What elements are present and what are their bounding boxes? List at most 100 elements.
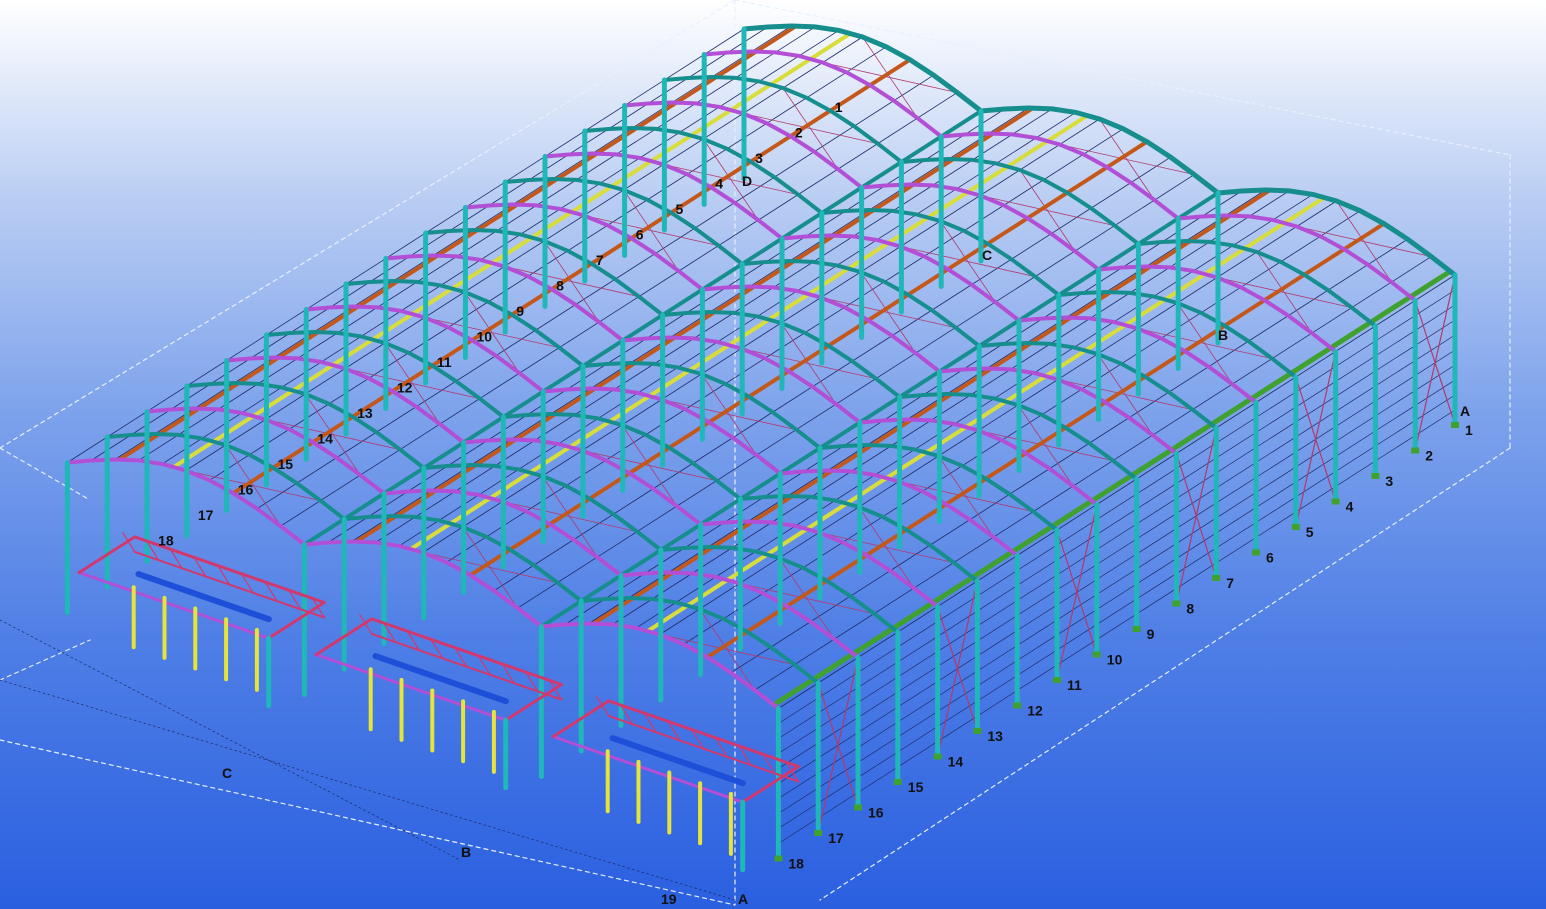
purlin-beam-orange [117,24,799,462]
eave-strip [771,268,1453,708]
wall-bracing [1056,503,1098,681]
grid-label-right: 6 [1266,550,1274,566]
grid-letter-bottom: C [222,765,232,781]
grid-label-left: 14 [317,430,333,446]
grid-label-right: 10 [1107,652,1123,668]
grid-label-left: 15 [278,456,294,472]
truss-chord [607,699,800,768]
grid-label-right: 17 [828,830,844,846]
grid-letter-top: D [742,173,752,189]
column-base [1331,498,1340,505]
roof-purlin [659,200,1337,635]
column-base [1252,549,1260,556]
wall-bracing [1175,427,1217,605]
grid-label-right: 16 [868,805,884,821]
column-base [1092,651,1101,658]
wall-bracing [817,656,859,834]
grid-label-left: 9 [516,303,524,319]
grid-label-right: 9 [1147,626,1155,642]
canopy-beam [551,735,745,804]
wall-girt [778,349,1456,784]
header-beam [135,571,272,623]
header-beam [372,653,509,705]
column-base [1212,575,1221,581]
work-area-edge [0,447,91,501]
model-viewport[interactable]: 1 2 3 4 5 6 7 8 9 10 11 12 13 14 15 16 17 18 1 2 3 4 5 6 7 8 9 10 11… [0,0,1546,909]
column-base [774,855,783,862]
grid-label-left: 4 [715,175,723,191]
column-base [1451,422,1459,428]
grid-label-right: 4 [1346,499,1354,515]
roof-purlin [588,189,1266,624]
grid-label-left: 11 [437,354,452,370]
canopy-beam [314,653,508,722]
roof-purlin [351,107,1029,542]
wall-bracing [936,580,979,758]
wall-girt [778,334,1456,769]
wall-bracing [1414,274,1456,452]
grid-label-left: 12 [397,379,413,395]
wall-girt [778,364,1456,799]
grid-label-left: 13 [357,405,373,421]
grid-label-right: 1 [1465,422,1473,438]
column-base [1172,600,1181,607]
grid-label-left: 18 [158,532,174,548]
grid-label-right: 18 [788,856,804,872]
grid-label-19: 19 [661,891,677,907]
work-area-edge [734,0,1511,156]
column-base [973,728,982,734]
column-base [1013,702,1022,709]
column-base [854,804,862,811]
grid-label-left: 3 [755,150,763,166]
grid-label-left: 6 [636,226,644,242]
roof-purlin [683,210,1361,645]
grid-label-left: 2 [795,124,803,140]
column-base [1053,677,1061,683]
grid-label-right: 11 [1067,677,1082,693]
grid-label-left: 5 [676,201,684,217]
work-area-edge [819,447,1511,901]
steel-frame[interactable] [64,23,1459,873]
work-area-edge [0,739,736,906]
column-base [1411,447,1420,454]
column-base [1371,473,1380,479]
grid-letter-bottom: A [738,891,748,907]
wall-girt [778,304,1456,739]
wall-bracing [1295,350,1337,528]
grid-label-right: 3 [1385,473,1393,489]
grid-label-right: 2 [1425,448,1433,464]
grid-label-left: 7 [596,252,604,268]
roof-purlin [778,274,1456,709]
purlin-beam-orange [231,57,912,496]
grid-label-right: 14 [948,754,964,770]
column-base [814,830,823,836]
header-beam [609,735,746,787]
column-base [1291,524,1300,530]
grid-label-right: 7 [1226,575,1234,591]
roof-purlin [398,112,1077,547]
grid-label-left: 1 [835,99,843,115]
roof-purlin [161,29,840,465]
column-base [1132,626,1141,632]
grid-letter-top: B [1218,327,1228,343]
grid-label-left: 16 [238,481,254,497]
grid-guide [0,679,736,901]
grid-label-right: 15 [908,779,924,795]
roof-purlin [114,25,792,460]
wall-girt [778,394,1456,829]
wall-girt [778,319,1456,754]
grid-label-right: 12 [1027,703,1043,719]
column-base [933,753,942,760]
grid-label-left: 8 [556,277,564,293]
structural-model-view[interactable]: 1234567891011121314151617181234567891011… [0,0,1546,909]
grid-letter-top: A [1460,403,1470,419]
canopy-beam [77,571,271,640]
grid-label-left: 10 [477,328,493,344]
grid-label-left: 17 [198,507,214,523]
column-base [893,779,902,785]
grid-label-right: 8 [1186,601,1194,617]
truss-chord [370,617,563,686]
strut-yellow [172,31,853,469]
grid-letter-bottom: B [461,844,471,860]
grid-guide [0,619,461,861]
